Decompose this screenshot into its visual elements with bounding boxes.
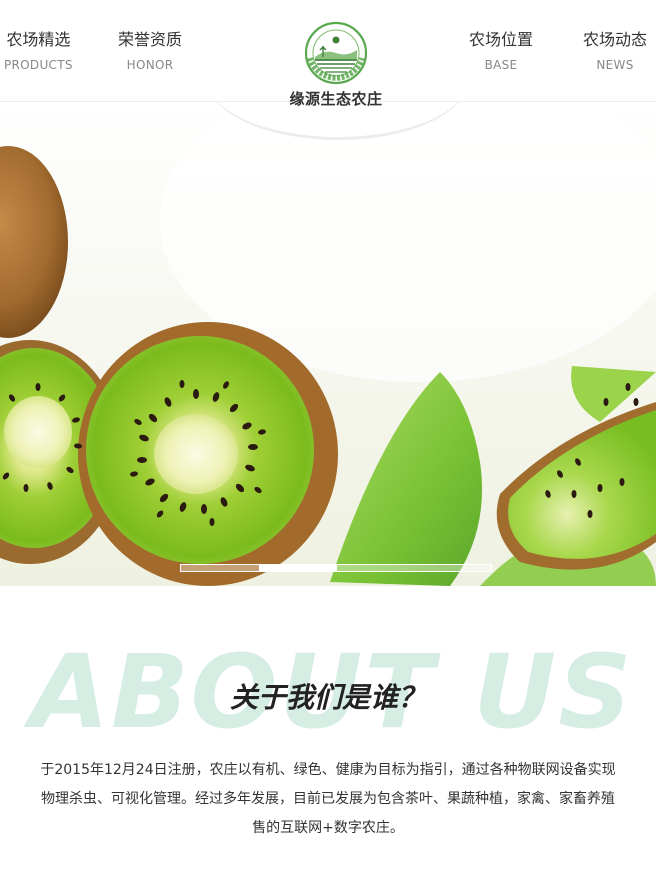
banner-slider-pagination[interactable] [180, 564, 493, 572]
about-title: 关于我们是谁？ [229, 681, 426, 714]
slider-dot[interactable] [337, 565, 415, 571]
slider-dot[interactable] [415, 565, 493, 571]
nav-item-base[interactable]: 农场位置 BASE [469, 30, 533, 72]
about-section: ABOUT US 关于我们是谁？ 于2015年12月24日注册，农庄以有机、绿色… [0, 586, 656, 869]
farm-logo-icon [304, 21, 368, 85]
nav-label: 农场动态 [583, 30, 648, 49]
kiwi-banner-image [0, 102, 656, 586]
about-line: 于2015年12月24日注册，农庄以有机、绿色、健康为目标为指引，通过各种物联网… [40, 762, 616, 778]
hero-banner [0, 102, 656, 586]
nav-item-products[interactable]: 农场精选 PRODUCTS [4, 30, 73, 72]
nav-sublabel: PRODUCTS [4, 58, 73, 72]
nav-sublabel: NEWS [596, 58, 634, 72]
nav-sublabel: BASE [484, 58, 518, 72]
about-description: 于2015年12月24日注册，农庄以有机、绿色、健康为目标为指引，通过各种物联网… [0, 756, 656, 843]
nav-label: 荣誉资质 [118, 30, 183, 49]
nav-label: 农场精选 [6, 30, 71, 49]
about-line: 售的互联网+数字农庄。 [252, 820, 404, 836]
nav-item-honor[interactable]: 荣誉资质 HONOR [118, 30, 182, 72]
nav-item-news[interactable]: 农场动态 NEWS [583, 30, 647, 72]
logo-name: 缘源生态农庄 [289, 90, 383, 108]
nav-label: 农场位置 [469, 30, 534, 49]
slider-dot-active[interactable] [259, 565, 337, 571]
slider-dot[interactable] [181, 565, 259, 571]
site-logo[interactable]: 缘源生态农庄 [284, 20, 388, 109]
nav-sublabel: HONOR [126, 58, 174, 72]
about-line: 物理杀虫、可视化管理。经过多年发展，目前已发展为包含茶叶、果蔬种植，家禽、家畜养… [41, 791, 615, 807]
